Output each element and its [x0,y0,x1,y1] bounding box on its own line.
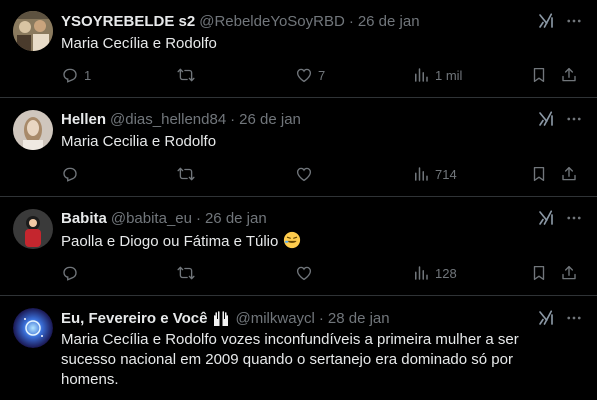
action-bar: 1 7 1 mil [0,65,597,85]
bookmark-button[interactable] [530,263,548,283]
views-count: 714 [435,166,457,182]
share-button[interactable] [560,65,578,85]
like-count: 7 [318,67,326,83]
bookmark-icon [530,264,548,282]
tweet-header: Eu, Fevereiro e Você @milkwaycl · 28 de … [61,308,390,328]
author-name[interactable]: Hellen [61,111,106,128]
author-name[interactable]: Eu, Fevereiro e Você [61,310,207,327]
share-icon [560,264,578,282]
tweet[interactable]: YSOYREBELDE s2 @RebeldeYoSoyRBD · 26 de … [0,0,597,98]
avatar[interactable] [13,308,53,348]
tweet-text-wrap: Paolla e Diogo ou Fátima e Túlio [61,231,577,252]
reply-button[interactable] [61,263,79,283]
action-bar: 714 [0,164,597,184]
grok-icon[interactable] [537,309,555,327]
post-date[interactable]: 26 de jan [205,210,267,227]
reply-button[interactable]: 1 [61,65,91,85]
post-date[interactable]: 26 de jan [358,13,420,30]
like-button[interactable] [295,263,313,283]
share-icon [560,66,578,84]
like-button[interactable]: 7 [295,65,325,85]
retweet-button[interactable] [177,164,195,184]
views-count: 1 mil [435,67,463,83]
views-button[interactable]: 714 [412,164,457,184]
grok-icon[interactable] [537,110,555,128]
tweet[interactable]: Babita @babita_eu · 26 de jan Paolla e D… [0,197,597,296]
separator-dot: · [348,12,354,30]
share-icon [560,165,578,183]
views-button[interactable]: 128 [412,263,457,283]
views-icon [412,264,430,282]
reply-icon [61,264,79,282]
retweet-icon [177,165,195,183]
separator-dot: · [195,209,201,227]
heart-icon [295,66,313,84]
tweet-header: Hellen @dias_hellend84 · 26 de jan [61,109,301,129]
author-handle[interactable]: @RebeldeYoSoyRBD [199,13,345,30]
heart-icon [295,264,313,282]
tweet-text: Maria Cecilia e Rodolfo [61,133,217,150]
tweet-text: Maria Cecília e Rodolfo [61,35,217,52]
tweet[interactable]: Eu, Fevereiro e Você @milkwaycl · 28 de … [0,296,597,400]
reply-icon [61,66,79,84]
reply-count: 1 [84,67,92,83]
share-button[interactable] [560,164,578,184]
author-name[interactable]: YSOYREBELDE s2 [61,13,195,30]
avatar[interactable] [13,110,53,150]
separator-dot: · [230,110,236,128]
laughing-emoji-icon [283,231,301,249]
grok-icon[interactable] [537,209,555,227]
author-handle[interactable]: @dias_hellend84 [110,111,226,128]
raised-hands-emoji-icon [211,309,231,327]
separator-dot: · [318,309,324,327]
views-icon [412,165,430,183]
grok-icon[interactable] [537,12,555,30]
views-button[interactable]: 1 mil [412,65,462,85]
retweet-icon [177,66,195,84]
retweet-button[interactable] [177,65,195,85]
reply-icon [61,165,79,183]
tweet[interactable]: Hellen @dias_hellend84 · 26 de jan Maria… [0,98,597,197]
bookmark-button[interactable] [530,164,548,184]
like-button[interactable] [295,164,313,184]
author-name[interactable]: Babita [61,210,107,227]
bookmark-button[interactable] [530,65,548,85]
views-count: 128 [435,265,457,281]
avatar[interactable] [13,209,53,249]
retweet-button[interactable] [177,263,195,283]
avatar[interactable] [13,11,53,51]
share-button[interactable] [560,263,578,283]
tweet-text: Paolla e Diogo ou Fátima e Túlio [61,233,279,250]
author-handle[interactable]: @babita_eu [111,210,192,227]
tweet-text: Maria Cecília e Rodolfo vozes inconfundí… [61,331,519,388]
retweet-icon [177,264,195,282]
more-icon[interactable] [565,110,583,128]
bookmark-icon [530,66,548,84]
tweet-header: Babita @babita_eu · 26 de jan [61,208,267,228]
post-date[interactable]: 26 de jan [239,111,301,128]
author-handle[interactable]: @milkwaycl [235,310,314,327]
more-icon[interactable] [565,309,583,327]
post-date[interactable]: 28 de jan [328,310,390,327]
heart-icon [295,165,313,183]
reply-feed: YSOYREBELDE s2 @RebeldeYoSoyRBD · 26 de … [0,0,597,400]
more-icon[interactable] [565,209,583,227]
action-bar: 128 [0,263,597,283]
reply-button[interactable] [61,164,79,184]
more-icon[interactable] [565,12,583,30]
tweet-header: YSOYREBELDE s2 @RebeldeYoSoyRBD · 26 de … [61,11,420,31]
bookmark-icon [530,165,548,183]
views-icon [412,66,430,84]
